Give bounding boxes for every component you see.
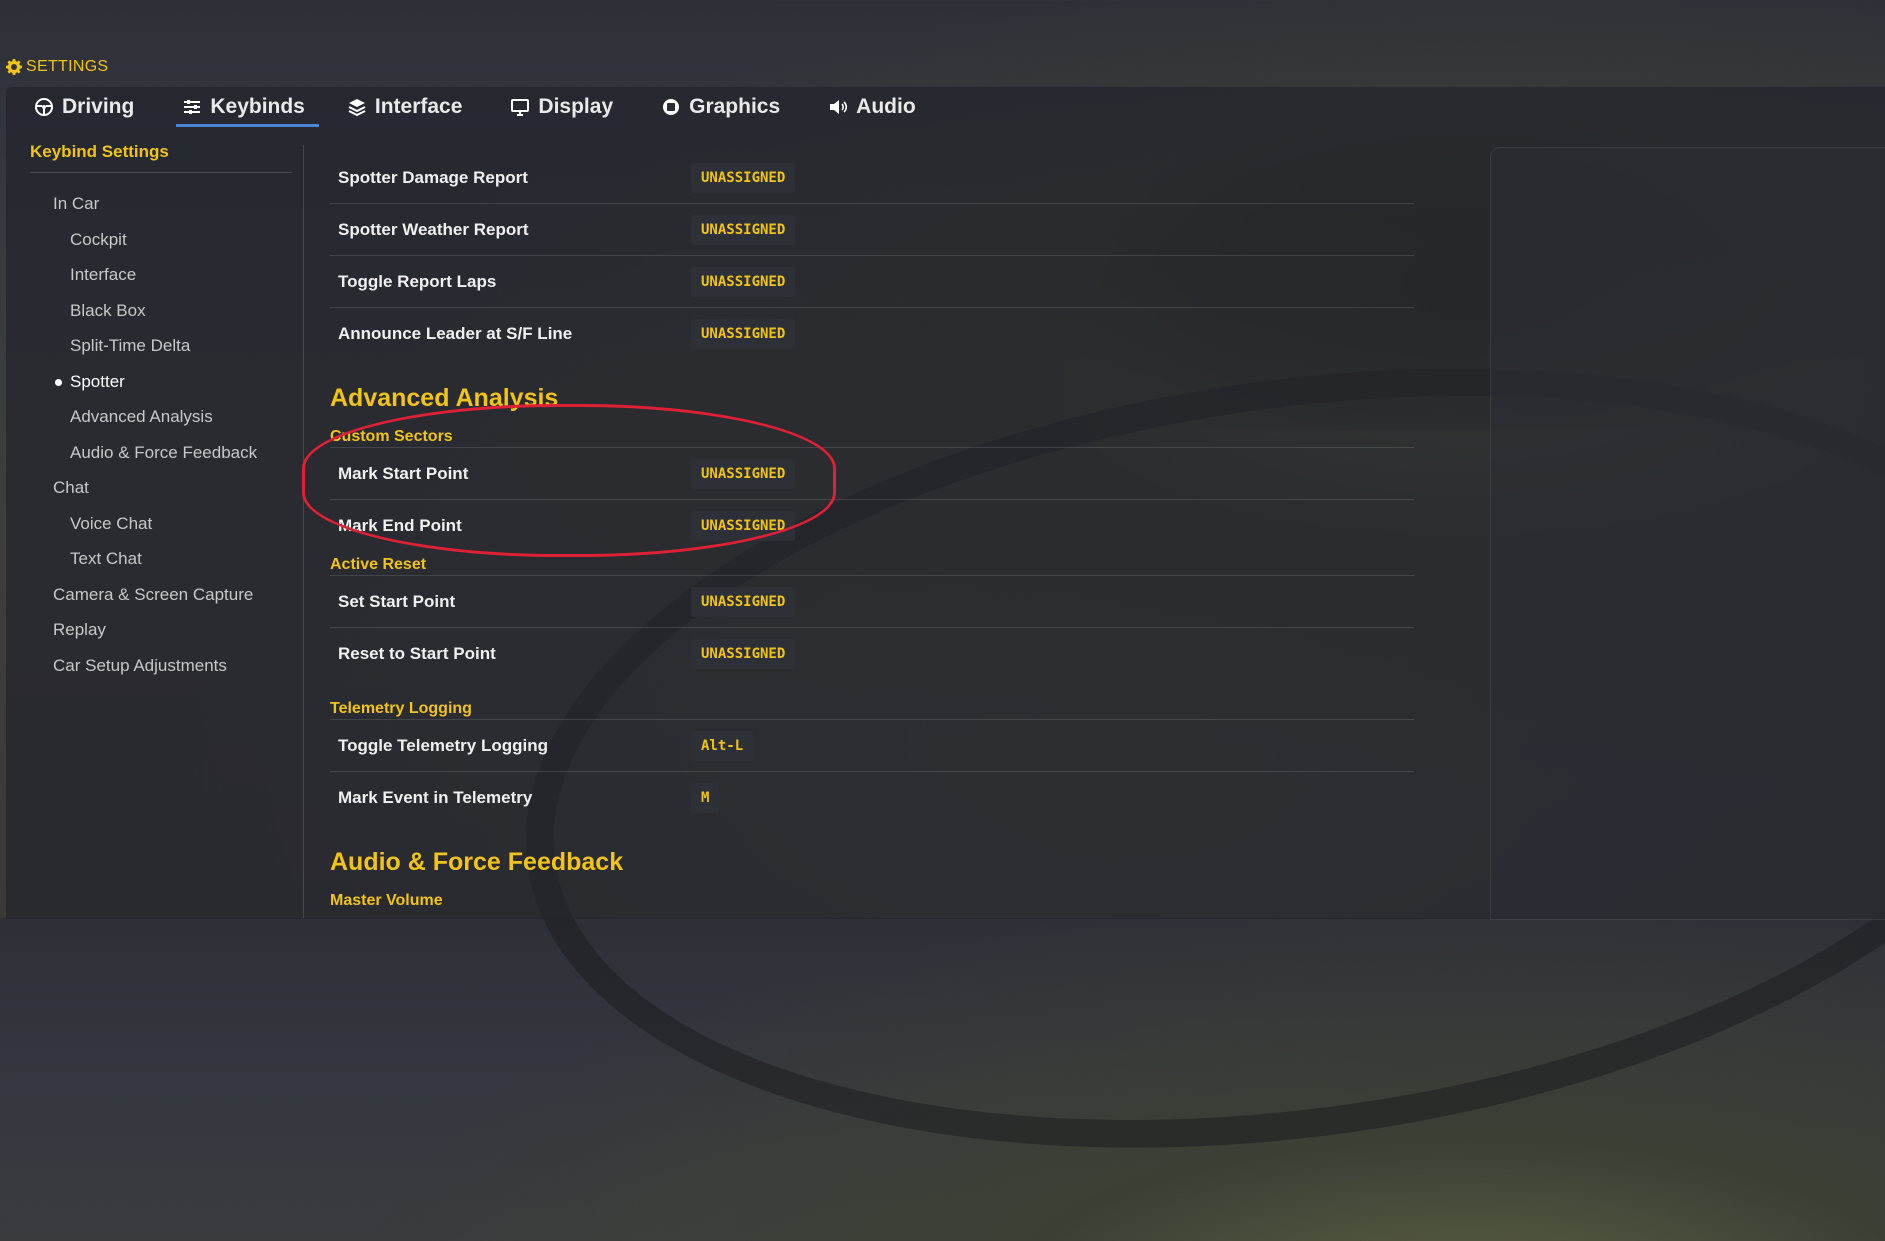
keybind-row-spotter-weather-report: Spotter Weather Report UNASSIGNED	[330, 204, 1414, 256]
settings-tabs: Driving Keybinds Interface Display Graph…	[34, 90, 964, 128]
keybind-row-toggle-report-laps: Toggle Report Laps UNASSIGNED	[330, 256, 1414, 308]
sidebar-item-split-time-delta[interactable]: Split-Time Delta	[30, 328, 292, 364]
section-heading-advanced-analysis: Advanced Analysis	[330, 384, 559, 412]
keybind-row-spotter-damage-report: Spotter Damage Report UNASSIGNED	[330, 152, 1414, 204]
tab-interface[interactable]: Interface	[347, 90, 483, 124]
keybind-button[interactable]: UNASSIGNED	[691, 510, 796, 541]
keybind-row-toggle-telemetry-logging: Toggle Telemetry Logging Alt-L	[330, 720, 1414, 772]
subheading-master-volume: Master Volume	[330, 892, 443, 909]
keybind-list: Spotter Damage Report UNASSIGNED Spotter…	[330, 152, 1414, 911]
tab-driving[interactable]: Driving	[34, 90, 154, 124]
keybind-label: Set Start Point	[338, 591, 456, 611]
sidebar-title: Keybind Settings	[30, 142, 292, 173]
tab-label: Driving	[62, 95, 135, 118]
keybind-button[interactable]: UNASSIGNED	[691, 214, 796, 245]
sidebar-item-spotter[interactable]: Spotter	[30, 364, 292, 400]
sidebar-item-interface[interactable]: Interface	[30, 257, 292, 293]
keybind-row-announce-leader: Announce Leader at S/F Line UNASSIGNED	[330, 308, 1414, 359]
steering-wheel-icon	[35, 98, 53, 116]
keybind-button[interactable]: UNASSIGNED	[691, 318, 796, 349]
keybind-row-mark-event-in-telemetry: Mark Event in Telemetry M	[330, 772, 1414, 823]
sidebar-item-audio-force-feedback[interactable]: Audio & Force Feedback	[30, 435, 292, 471]
keybind-label: Mark Event in Telemetry	[338, 787, 533, 807]
keybind-button[interactable]: M	[691, 782, 720, 813]
subheading-telemetry-logging: Telemetry Logging	[330, 691, 1414, 720]
section-heading-audio-force-feedback: Audio & Force Feedback	[330, 848, 624, 876]
sidebar-item-chat[interactable]: Chat	[30, 470, 292, 506]
layers-icon	[348, 99, 366, 117]
subheading-custom-sectors: Custom Sectors	[330, 419, 1414, 448]
tab-label: Display	[538, 95, 614, 118]
keybind-label: Mark End Point	[338, 515, 462, 535]
keybind-button[interactable]: UNASSIGNED	[691, 266, 796, 297]
keybind-label: Announce Leader at S/F Line	[338, 323, 573, 343]
keybind-label: Mark Start Point	[338, 463, 469, 483]
settings-header: SETTINGS	[6, 58, 108, 76]
keybind-button[interactable]: UNASSIGNED	[691, 162, 796, 193]
keybind-button[interactable]: UNASSIGNED	[691, 638, 796, 669]
tab-label: Graphics	[689, 95, 781, 118]
sidebar-item-cockpit[interactable]: Cockpit	[30, 222, 292, 258]
keybind-label: Spotter Damage Report	[338, 167, 528, 187]
subheading-active-reset: Active Reset	[330, 547, 1414, 576]
sidebar-item-car-setup-adjustments[interactable]: Car Setup Adjustments	[30, 648, 292, 684]
speaker-icon	[830, 100, 848, 114]
gpu-chip-icon	[663, 99, 680, 115]
sliders-icon	[184, 100, 201, 114]
sidebar-item-replay[interactable]: Replay	[30, 612, 292, 648]
sidebar-item-advanced-analysis[interactable]: Advanced Analysis	[30, 399, 292, 435]
keybind-label: Toggle Report Laps	[338, 271, 497, 291]
sidebar-divider	[303, 145, 304, 918]
tab-graphics[interactable]: Graphics	[661, 90, 800, 124]
sidebar-item-black-box[interactable]: Black Box	[30, 293, 292, 329]
sidebar-item-in-car[interactable]: In Car	[30, 186, 292, 222]
tab-keybinds[interactable]: Keybinds	[176, 90, 319, 127]
gear-icon	[6, 59, 22, 75]
tab-audio[interactable]: Audio	[828, 90, 935, 124]
keybind-label: Reset to Start Point	[338, 643, 496, 663]
sidebar-item-voice-chat[interactable]: Voice Chat	[30, 506, 292, 542]
sidebar-item-text-chat[interactable]: Text Chat	[30, 541, 292, 577]
tab-label: Audio	[856, 95, 916, 118]
sidebar-item-camera-screen-capture[interactable]: Camera & Screen Capture	[30, 577, 292, 613]
keybind-label: Toggle Telemetry Logging	[338, 735, 548, 755]
monitor-icon	[511, 99, 530, 116]
tab-label: Keybinds	[210, 95, 305, 118]
settings-title: SETTINGS	[26, 58, 109, 75]
keybind-row-mark-start-point: Mark Start Point UNASSIGNED	[330, 448, 1414, 500]
keybind-button[interactable]: UNASSIGNED	[691, 458, 796, 489]
keybind-row-mark-end-point: Mark End Point UNASSIGNED	[330, 500, 1414, 551]
keybind-button[interactable]: UNASSIGNED	[691, 586, 796, 617]
tab-display[interactable]: Display	[510, 90, 633, 124]
keybind-button[interactable]: Alt-L	[691, 730, 754, 761]
keybind-sidebar: Keybind Settings In Car Cockpit Interfac…	[30, 142, 292, 683]
keybind-label: Spotter Weather Report	[338, 219, 529, 239]
keybind-row-reset-to-start-point: Reset to Start Point UNASSIGNED	[330, 628, 1414, 679]
preview-panel	[1490, 147, 1885, 920]
keybind-row-set-start-point: Set Start Point UNASSIGNED	[330, 576, 1414, 628]
tab-label: Interface	[374, 95, 463, 118]
